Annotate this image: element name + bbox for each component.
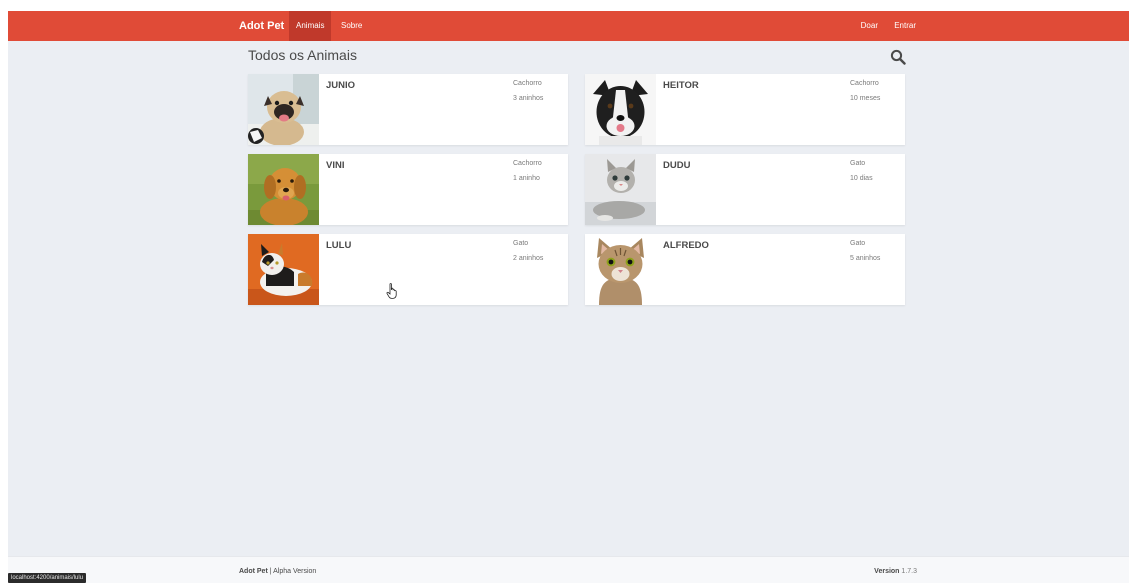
animal-age: 2 aninhos [513, 255, 544, 262]
footer-edition: Alpha Version [273, 568, 317, 575]
animal-species: Cachorro [513, 80, 542, 87]
animal-name: LULU [326, 240, 352, 251]
animal-card-dudu[interactable]: DUDU Gato 10 dias [585, 154, 905, 225]
animal-age: 1 aninho [513, 175, 540, 182]
brand-logo[interactable]: Adot Pet [239, 11, 284, 41]
version-number: 1.7.3 [901, 568, 917, 575]
navbar-inner: Adot Pet Animais Sobre Doar Entrar [239, 11, 916, 41]
animal-species: Cachorro [513, 160, 542, 167]
animal-name: VINI [326, 160, 345, 171]
animal-name: DUDU [663, 160, 691, 171]
animal-species: Cachorro [850, 80, 879, 87]
tabby-kitten-photo [585, 154, 656, 225]
app-root: Adot Pet Animais Sobre Doar Entrar Todos… [8, 11, 1129, 583]
nav-link-sobre[interactable]: Sobre [334, 11, 369, 41]
animal-card-alfredo[interactable]: ALFREDO Gato 5 aninhos [585, 234, 905, 305]
footer-brand-name: Adot Pet [239, 568, 268, 575]
footer-version: Version 1.7.3 [874, 568, 917, 575]
search-icon[interactable] [890, 49, 906, 65]
navbar: Adot Pet Animais Sobre Doar Entrar [8, 11, 1129, 41]
status-bar-url: localhost:4200/animais/lulu [8, 573, 87, 583]
animal-age: 10 meses [850, 95, 881, 102]
animal-name: HEITOR [663, 80, 699, 91]
nav-link-animais[interactable]: Animais [289, 11, 332, 41]
animal-card-heitor[interactable]: HEITOR Cachorro 10 meses [585, 74, 905, 145]
page-title: Todos os Animais [248, 47, 357, 63]
pug-photo [248, 74, 319, 145]
animal-name: JUNIO [326, 80, 356, 91]
animal-age: 10 dias [850, 175, 873, 182]
tabby-cat-photo [585, 234, 656, 305]
border-collie-photo [585, 74, 656, 145]
version-label: Version [874, 568, 900, 575]
animal-species: Gato [513, 240, 529, 247]
animal-age: 5 aninhos [850, 255, 881, 262]
hand-pointer-cursor-icon [386, 283, 397, 299]
animal-card-vini[interactable]: VINI Cachorro 1 aninho [248, 154, 568, 225]
footer-brand: Adot Pet | Alpha Version [239, 568, 316, 575]
calico-cat-photo [248, 234, 319, 305]
animal-species: Gato [850, 160, 866, 167]
animal-species: Gato [850, 240, 866, 247]
animal-card-lulu[interactable]: LULU Gato 2 aninhos [248, 234, 568, 305]
nav-link-doar[interactable]: Doar [854, 11, 885, 41]
animal-card-junio[interactable]: JUNIO Cachorro 3 aninhos [248, 74, 568, 145]
nav-link-entrar[interactable]: Entrar [887, 11, 923, 41]
animal-age: 3 aninhos [513, 95, 544, 102]
golden-retriever-photo [248, 154, 319, 225]
animal-name: ALFREDO [663, 240, 709, 251]
footer: Adot Pet | Alpha Version Version 1.7.3 [8, 556, 1129, 583]
